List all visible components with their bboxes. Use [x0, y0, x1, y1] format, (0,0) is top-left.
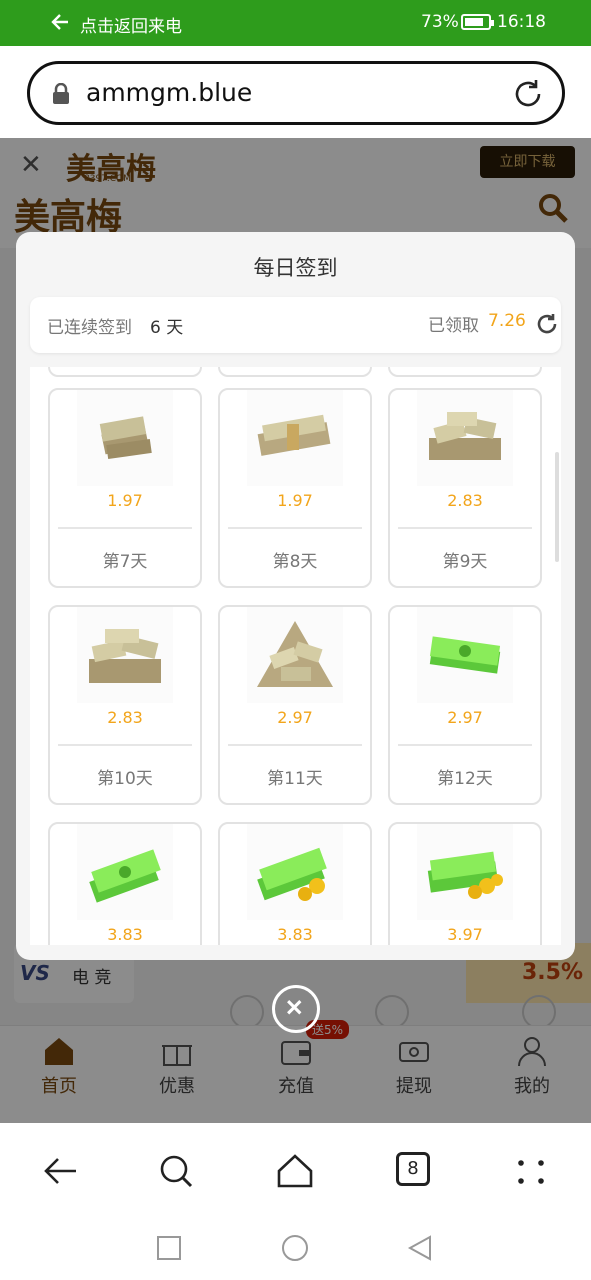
menu-dots-icon[interactable]	[511, 1151, 551, 1191]
reward-value: 2.83	[107, 708, 143, 727]
home-icon[interactable]	[275, 1151, 315, 1191]
card-divider	[398, 744, 532, 746]
green-cash-icon	[77, 824, 173, 920]
reward-value: 2.97	[277, 708, 313, 727]
cash-pile-icon	[77, 607, 173, 703]
claimed-label: 已领取	[428, 316, 479, 336]
rewards-grid[interactable]: 1.97 第7天 1.97 第8天 2.83 第9天 2.83 第10天 2.9…	[30, 367, 561, 945]
reward-card[interactable]: 3.97	[388, 822, 542, 945]
reward-card[interactable]	[388, 367, 542, 377]
reward-day: 第12天	[437, 769, 493, 789]
url-text[interactable]: ammgm.blue	[86, 78, 252, 107]
reward-card[interactable]: 2.97 第11天	[218, 605, 372, 805]
reward-value: 3.97	[447, 925, 483, 944]
claimed-amount: 7.26	[488, 311, 526, 331]
reward-value: 2.83	[447, 491, 483, 510]
reward-card[interactable]: 1.97 第8天	[218, 388, 372, 588]
green-cash-coins-icon	[417, 824, 513, 920]
reward-day: 第8天	[272, 552, 318, 572]
recents-icon[interactable]	[156, 1235, 182, 1261]
reload-icon[interactable]	[512, 78, 544, 110]
back-icon[interactable]	[40, 1151, 80, 1191]
system-nav-bar	[0, 1218, 591, 1280]
reward-card[interactable]	[48, 367, 202, 377]
reward-day: 第9天	[442, 552, 488, 572]
tab-count-button[interactable]: 8	[396, 1152, 430, 1186]
daily-checkin-modal: 每日签到 已连续签到 6 天 已领取 7.26 1.97 第7天 1.97 第8…	[16, 232, 575, 960]
reward-value: 1.97	[107, 491, 143, 510]
reward-value: 3.83	[277, 925, 313, 944]
home-circle-icon[interactable]	[281, 1234, 309, 1262]
close-modal-icon[interactable]	[272, 985, 320, 1033]
reward-value: 1.97	[277, 491, 313, 510]
battery-percent: 73%	[421, 12, 459, 32]
reward-card[interactable]: 2.97 第12天	[388, 605, 542, 805]
status-bar: 点击返回来电 73% 16:18	[0, 0, 591, 46]
streak-label: 已连续签到	[47, 318, 132, 338]
reward-card[interactable]: 2.83 第10天	[48, 605, 202, 805]
back-triangle-icon[interactable]	[406, 1234, 434, 1262]
scrollbar[interactable]	[555, 452, 559, 562]
reward-value: 2.97	[447, 708, 483, 727]
reward-day: 第11天	[267, 769, 323, 789]
reward-card[interactable]: 3.83	[48, 822, 202, 945]
card-divider	[228, 744, 362, 746]
reward-day: 第10天	[97, 769, 153, 789]
browser-toolbar	[0, 1123, 591, 1218]
card-divider	[58, 744, 192, 746]
clock: 16:18	[497, 12, 546, 32]
cash-pile-icon	[417, 390, 513, 486]
address-bar-area: ammgm.blue	[0, 46, 591, 138]
address-bar[interactable]: ammgm.blue	[27, 61, 565, 125]
reward-card[interactable]: 2.83 第9天	[388, 388, 542, 588]
green-cash-coins-icon	[247, 824, 343, 920]
card-divider	[58, 527, 192, 529]
cash-stack-small-icon	[77, 390, 173, 486]
cash-stack-icon	[247, 390, 343, 486]
reward-card[interactable]	[218, 367, 372, 377]
search-icon[interactable]	[156, 1151, 196, 1191]
card-divider	[398, 527, 532, 529]
reward-card[interactable]: 3.83	[218, 822, 372, 945]
modal-title: 每日签到	[253, 256, 338, 280]
reward-card[interactable]: 1.97 第7天	[48, 388, 202, 588]
streak-days: 6 天	[150, 318, 184, 338]
return-call-label[interactable]: 点击返回来电	[80, 12, 182, 37]
checkin-summary: 已连续签到 6 天 已领取 7.26	[30, 297, 561, 353]
green-cash-icon	[417, 607, 513, 703]
back-arrow-icon[interactable]	[50, 12, 70, 32]
reward-value: 3.83	[107, 925, 143, 944]
battery-icon	[461, 14, 494, 30]
reward-day: 第7天	[102, 552, 148, 572]
card-divider	[228, 527, 362, 529]
cash-heap-icon	[247, 607, 343, 703]
lock-icon	[53, 83, 69, 104]
refresh-icon[interactable]	[535, 312, 559, 336]
